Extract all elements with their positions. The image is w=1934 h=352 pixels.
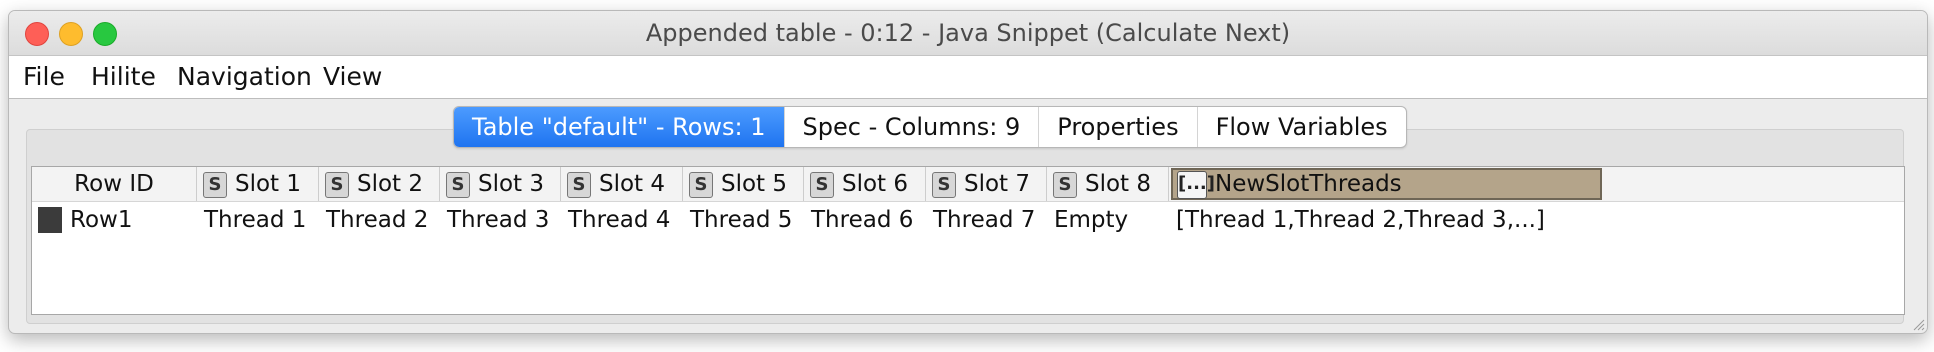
header-label: Slot 5 [721, 171, 788, 197]
data-table: Row ID S Slot 1 S Slot 2 S Slot 3 S Slot 4 S… [31, 166, 1905, 315]
header-label: Slot 1 [235, 171, 302, 197]
table-cell[interactable]: Thread 1 [204, 203, 306, 237]
app-window: Appended table - 0:12 - Java Snippet (Ca… [8, 10, 1928, 334]
table-cell[interactable]: Thread 5 [690, 203, 792, 237]
string-type-icon: S [446, 171, 470, 198]
table-cell[interactable]: Thread 6 [811, 203, 913, 237]
header-label: Slot 2 [357, 171, 424, 197]
header-label: Slot 6 [842, 171, 909, 197]
header-row-id-label: Row ID [74, 171, 154, 197]
table-header: Row ID S Slot 1 S Slot 2 S Slot 3 S Slot 4 S… [32, 167, 1904, 202]
row-id-cell[interactable]: Row1 [70, 203, 132, 237]
header-new-slot-threads[interactable]: [...]NewSlotThreads [1171, 168, 1602, 200]
menu-hilite[interactable]: Hilite [91, 56, 156, 98]
row-hilite-marker [38, 207, 62, 233]
header-slot-5[interactable]: S Slot 5 [683, 167, 804, 201]
string-type-icon: S [567, 171, 591, 198]
string-type-icon: S [1053, 171, 1077, 198]
header-slot-7[interactable]: S Slot 7 [926, 167, 1047, 201]
header-slot-6[interactable]: S Slot 6 [804, 167, 926, 201]
tab-spec[interactable]: Spec - Columns: 9 [785, 107, 1040, 147]
menu-bar: File Hilite Navigation View [9, 56, 1927, 99]
table-cell[interactable]: Thread 3 [447, 203, 549, 237]
table-cell[interactable]: Thread 4 [568, 203, 670, 237]
header-label: NewSlotThreads [1215, 171, 1402, 197]
menu-navigation[interactable]: Navigation [177, 56, 312, 98]
header-row-id[interactable]: Row ID [32, 167, 197, 201]
view-tabs: Table "default" - Rows: 1 Spec - Columns… [453, 106, 1407, 148]
menu-file[interactable]: File [23, 56, 65, 98]
header-slot-3[interactable]: S Slot 3 [440, 167, 561, 201]
string-type-icon: S [689, 171, 713, 198]
header-slot-2[interactable]: S Slot 2 [319, 167, 440, 201]
string-type-icon: S [203, 171, 227, 198]
string-type-icon: S [325, 171, 349, 198]
table-cell[interactable]: Thread 2 [326, 203, 428, 237]
header-label: Slot 8 [1085, 171, 1152, 197]
string-type-icon: S [932, 171, 956, 198]
table-cell[interactable]: [Thread 1,Thread 2,Thread 3,...] [1176, 203, 1545, 237]
list-type-icon: [...] [1177, 170, 1215, 199]
resize-grip-icon[interactable] [1911, 317, 1925, 331]
menu-view[interactable]: View [323, 56, 382, 98]
table-cell[interactable]: Thread 7 [933, 203, 1035, 237]
tab-properties[interactable]: Properties [1039, 107, 1198, 147]
header-label: Slot 7 [964, 171, 1031, 197]
string-type-icon: S [810, 171, 834, 198]
window-title: Appended table - 0:12 - Java Snippet (Ca… [645, 19, 1291, 47]
table-cell[interactable]: Empty [1054, 203, 1128, 237]
tab-flow-variables[interactable]: Flow Variables [1198, 107, 1406, 147]
header-slot-1[interactable]: S Slot 1 [197, 167, 319, 201]
header-label: Slot 4 [599, 171, 666, 197]
header-label: Slot 3 [478, 171, 545, 197]
tab-table-default[interactable]: Table "default" - Rows: 1 [454, 107, 785, 147]
header-slot-8[interactable]: S Slot 8 [1047, 167, 1169, 201]
header-slot-4[interactable]: S Slot 4 [561, 167, 683, 201]
title-bar: Appended table - 0:12 - Java Snippet (Ca… [9, 11, 1927, 56]
